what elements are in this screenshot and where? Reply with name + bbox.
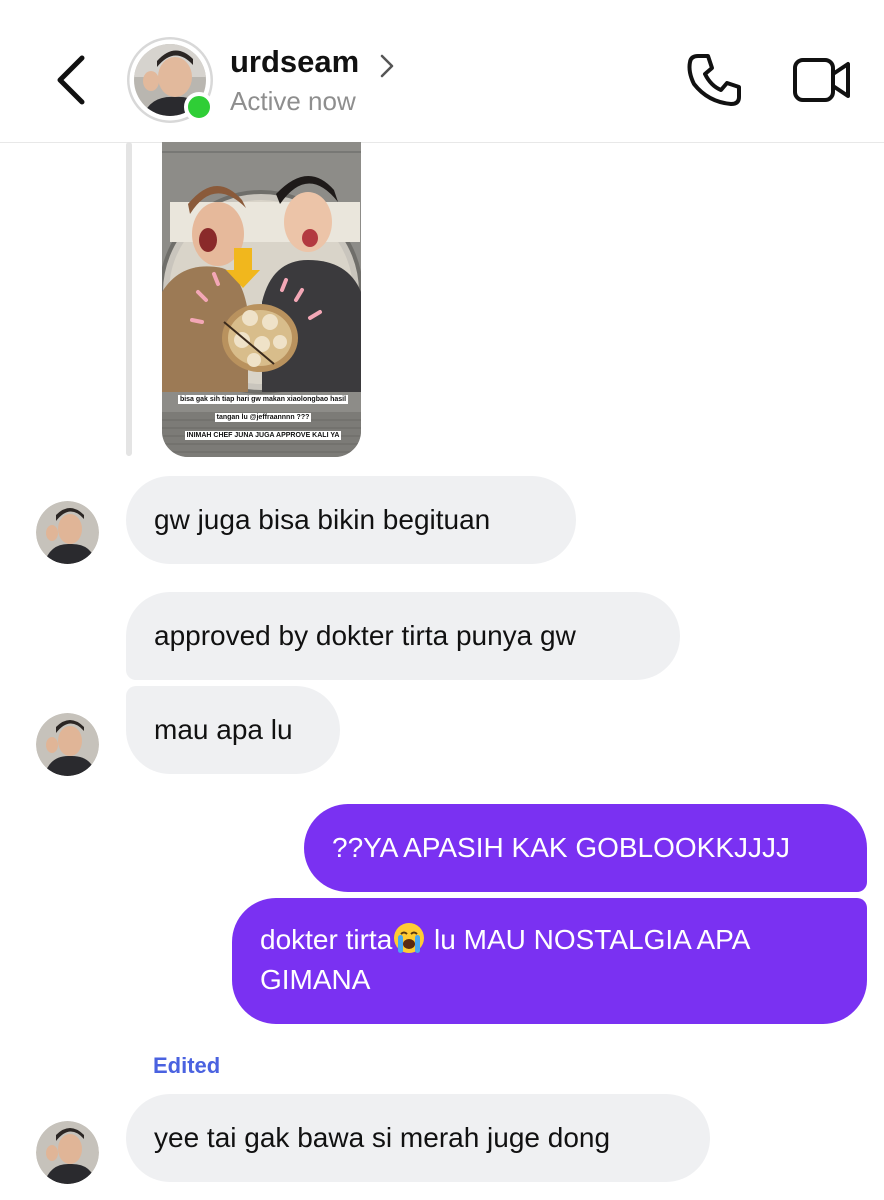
message-bubble-incoming[interactable]: mau apa lu <box>126 686 340 774</box>
message-bubble-incoming[interactable]: yee tai gak bawa si merah juge dong <box>126 1094 710 1182</box>
online-status-dot <box>184 92 214 122</box>
story-caption-line: INIMAH CHEF JUNA JUGA APPROVE KALI YA <box>184 431 342 440</box>
story-caption-line: bisa gak sih tiap hari gw makan xiaolong… <box>177 395 349 404</box>
story-caption-line: tangan lu @jeffraannnn ??? <box>214 413 312 422</box>
edited-label: Edited <box>153 1053 221 1078</box>
message-text: approved by dokter tirta punya gw <box>154 620 576 651</box>
back-chevron-icon[interactable] <box>52 50 92 110</box>
chat-header: urdseam Active now <box>0 0 884 143</box>
message-bubble-outgoing[interactable]: dokter tirta lu MAU NOSTALGIA APA GIMANA <box>232 898 867 1024</box>
message-text: mau apa lu <box>154 714 293 745</box>
message-bubble-incoming[interactable]: approved by dokter tirta punya gw <box>126 592 680 680</box>
message-bubble-incoming[interactable]: gw juga bisa bikin begituan <box>126 476 576 564</box>
story-caption: bisa gak sih tiap hari gw makan xiaolong… <box>168 388 358 442</box>
message-text: GIMANA <box>260 964 371 995</box>
message-text: gw juga bisa bikin begituan <box>154 504 491 535</box>
message-text: dokter tirta <box>260 924 393 955</box>
sender-avatar[interactable] <box>36 1121 99 1184</box>
loudly-crying-face-emoji <box>394 923 425 953</box>
video-camera-icon[interactable] <box>792 54 852 106</box>
message-text: lu MAU NOSTALGIA APA <box>426 924 751 955</box>
sender-avatar[interactable] <box>36 501 99 564</box>
chevron-right-icon[interactable] <box>378 52 396 80</box>
message-text: ??YA APASIH KAK GOBLOOKKJJJJ <box>332 832 791 863</box>
chat-username[interactable]: urdseam <box>230 44 359 80</box>
reply-quote-bar <box>126 142 132 456</box>
active-status: Active now <box>230 86 356 116</box>
message-bubble-outgoing[interactable]: ??YA APASIH KAK GOBLOOKKJJJJ <box>304 804 867 892</box>
phone-icon[interactable] <box>684 50 744 110</box>
message-text: yee tai gak bawa si merah juge dong <box>154 1122 611 1153</box>
sender-avatar[interactable] <box>36 713 99 776</box>
